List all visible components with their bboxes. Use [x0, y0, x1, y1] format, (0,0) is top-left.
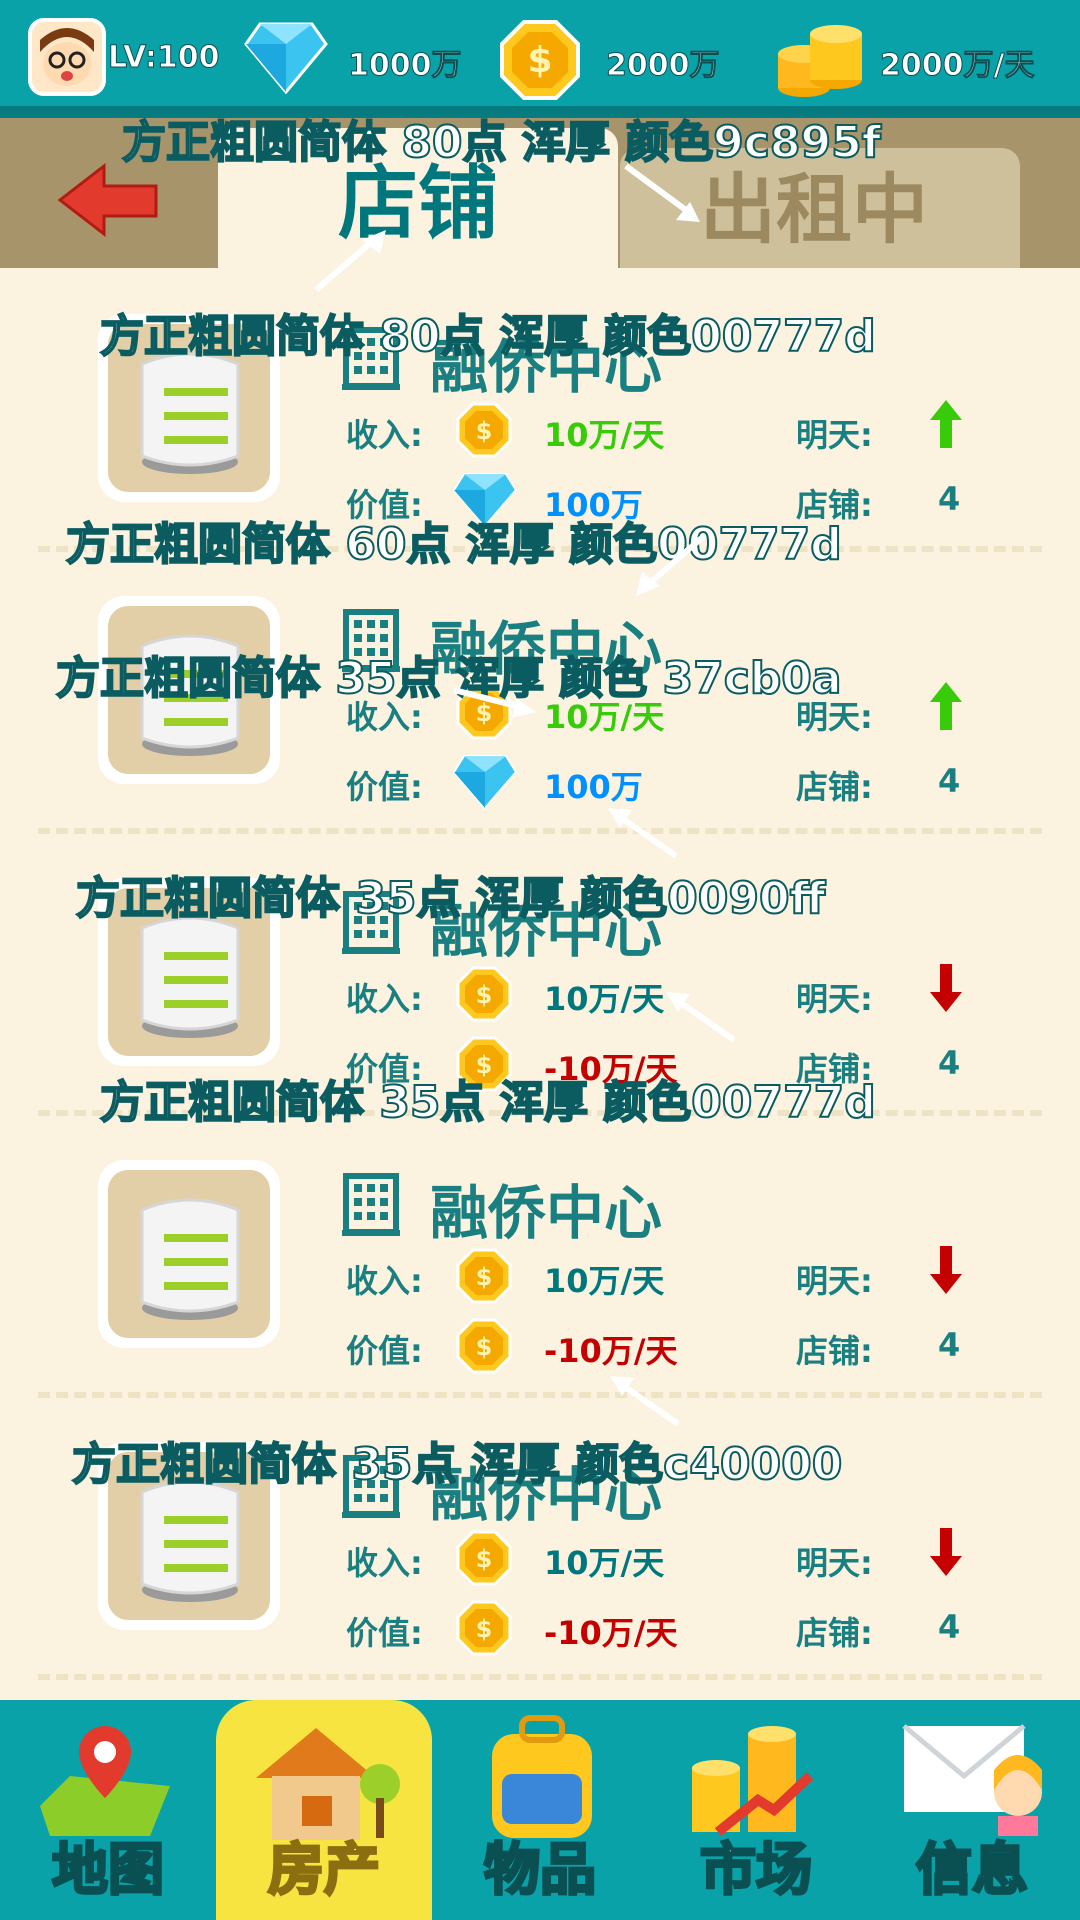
svg-text:$: $ [476, 981, 493, 1009]
coin-stack-icon [778, 25, 862, 97]
coin-icon: $ [456, 1318, 512, 1374]
svg-text:$: $ [476, 1545, 493, 1573]
svg-text:$: $ [527, 40, 552, 81]
annotation-arrow [666, 992, 736, 1043]
income-value: 10万/天 [544, 1544, 665, 1582]
building-icon [342, 1172, 400, 1236]
annotation-loss: 方正粗圆简体 35点 浑厚 颜色c40000 [71, 1438, 843, 1491]
annotation-value: 方正粗圆简体 35点 浑厚 颜色0090ff [75, 872, 826, 925]
income-label: 收入: [346, 1262, 423, 1300]
property-thumbnail [98, 1160, 280, 1348]
income-rate: 2000万/天 [879, 48, 1035, 84]
mail-icon [902, 1724, 1042, 1836]
nav-map[interactable]: 地图 [0, 1700, 216, 1920]
trend-up-icon [928, 680, 964, 732]
income-value: 10万/天 [544, 1262, 665, 1300]
nav-property-label: 房产 [267, 1837, 382, 1905]
annotation-income: 方正粗圆简体 35点 浑厚 颜色 37cb0a [55, 652, 843, 705]
coin-icon: $ [500, 20, 580, 100]
diamond-icon [452, 754, 518, 810]
property-row[interactable]: 融侨中心 收入: $10万/天 明天: 价值: $ -10万/天 店铺: 4 [0, 1116, 1080, 1398]
back-arrow-icon[interactable] [56, 160, 166, 240]
diamond-icon [244, 22, 328, 94]
trend-down-icon [928, 1526, 964, 1578]
income-label: 收入: [346, 980, 423, 1018]
coin-icon: $ [456, 402, 512, 458]
annotation-arrow [453, 687, 536, 718]
annotation-arrow [610, 1376, 680, 1427]
nav-items-label: 物品 [483, 1837, 598, 1905]
tomorrow-label: 明天: [796, 416, 873, 454]
value-amount: -10万/天 [544, 1614, 678, 1652]
diamond-count: 1000万 [348, 48, 462, 84]
shops-count: 4 [938, 1044, 961, 1082]
annotation-arrow [314, 230, 386, 293]
nav-market-label: 市场 [699, 1837, 814, 1905]
svg-text:$: $ [476, 1263, 493, 1291]
annotation-arrow [624, 163, 700, 222]
trend-down-icon [928, 1244, 964, 1296]
nav-market[interactable]: 市场 [648, 1700, 864, 1920]
tomorrow-label: 明天: [796, 980, 873, 1018]
annotation-active-tab: 方正粗圆简体 80点 浑厚 颜色00777d [99, 310, 877, 363]
shops-label: 店铺: [796, 1614, 873, 1652]
nav-map-label: 地图 [51, 1837, 166, 1905]
tab-renting-label: 出租中 [700, 165, 928, 254]
shops-label: 店铺: [796, 768, 873, 806]
shops-count: 4 [938, 762, 961, 800]
level-text: LV:100 [107, 40, 220, 76]
coin-icon: $ [456, 966, 512, 1022]
value-label: 价值: [346, 1332, 423, 1370]
annotation-arrow [608, 808, 678, 859]
property-name: 融侨中心 [430, 1179, 663, 1247]
value-label: 价值: [346, 768, 423, 806]
trend-up-icon [928, 398, 964, 450]
shops-count: 4 [938, 1326, 961, 1364]
value-amount: -10万/天 [544, 1332, 678, 1370]
nav-property[interactable]: 房产 [216, 1700, 432, 1920]
svg-text:$: $ [476, 417, 493, 445]
tomorrow-label: 明天: [796, 1262, 873, 1300]
annotation-arrow [636, 533, 706, 596]
annotation-inactive-tab: 方正粗圆简体 80点 浑厚 颜色9c895f [121, 116, 882, 169]
income-label: 收入: [346, 1544, 423, 1582]
trend-down-icon [928, 962, 964, 1014]
annotation-title: 方正粗圆简体 60点 浑厚 颜色00777d [65, 518, 843, 571]
nav-messages-label: 信息 [915, 1837, 1030, 1905]
shops-count: 4 [938, 1608, 961, 1646]
coin-icon: $ [456, 1248, 512, 1304]
income-label: 收入: [346, 416, 423, 454]
nav-items[interactable]: 物品 [432, 1700, 648, 1920]
svg-text:$: $ [476, 1615, 493, 1643]
nav-messages[interactable]: 信息 [864, 1700, 1080, 1920]
svg-text:$: $ [476, 1333, 493, 1361]
shops-count: 4 [938, 480, 961, 518]
coin-count: 2000万 [606, 48, 720, 84]
row-divider [38, 1674, 1042, 1680]
shops-label: 店铺: [796, 1332, 873, 1370]
coin-icon: $ [456, 1530, 512, 1586]
player-avatar[interactable] [28, 18, 106, 96]
income-value: 10万/天 [544, 980, 665, 1018]
coin-icon: $ [456, 1600, 512, 1656]
value-label: 价值: [346, 1614, 423, 1652]
income-value: 10万/天 [544, 416, 665, 454]
tomorrow-label: 明天: [796, 1544, 873, 1582]
annotation-income-plain: 方正粗圆简体 35点 浑厚 颜色00777d [99, 1076, 877, 1129]
